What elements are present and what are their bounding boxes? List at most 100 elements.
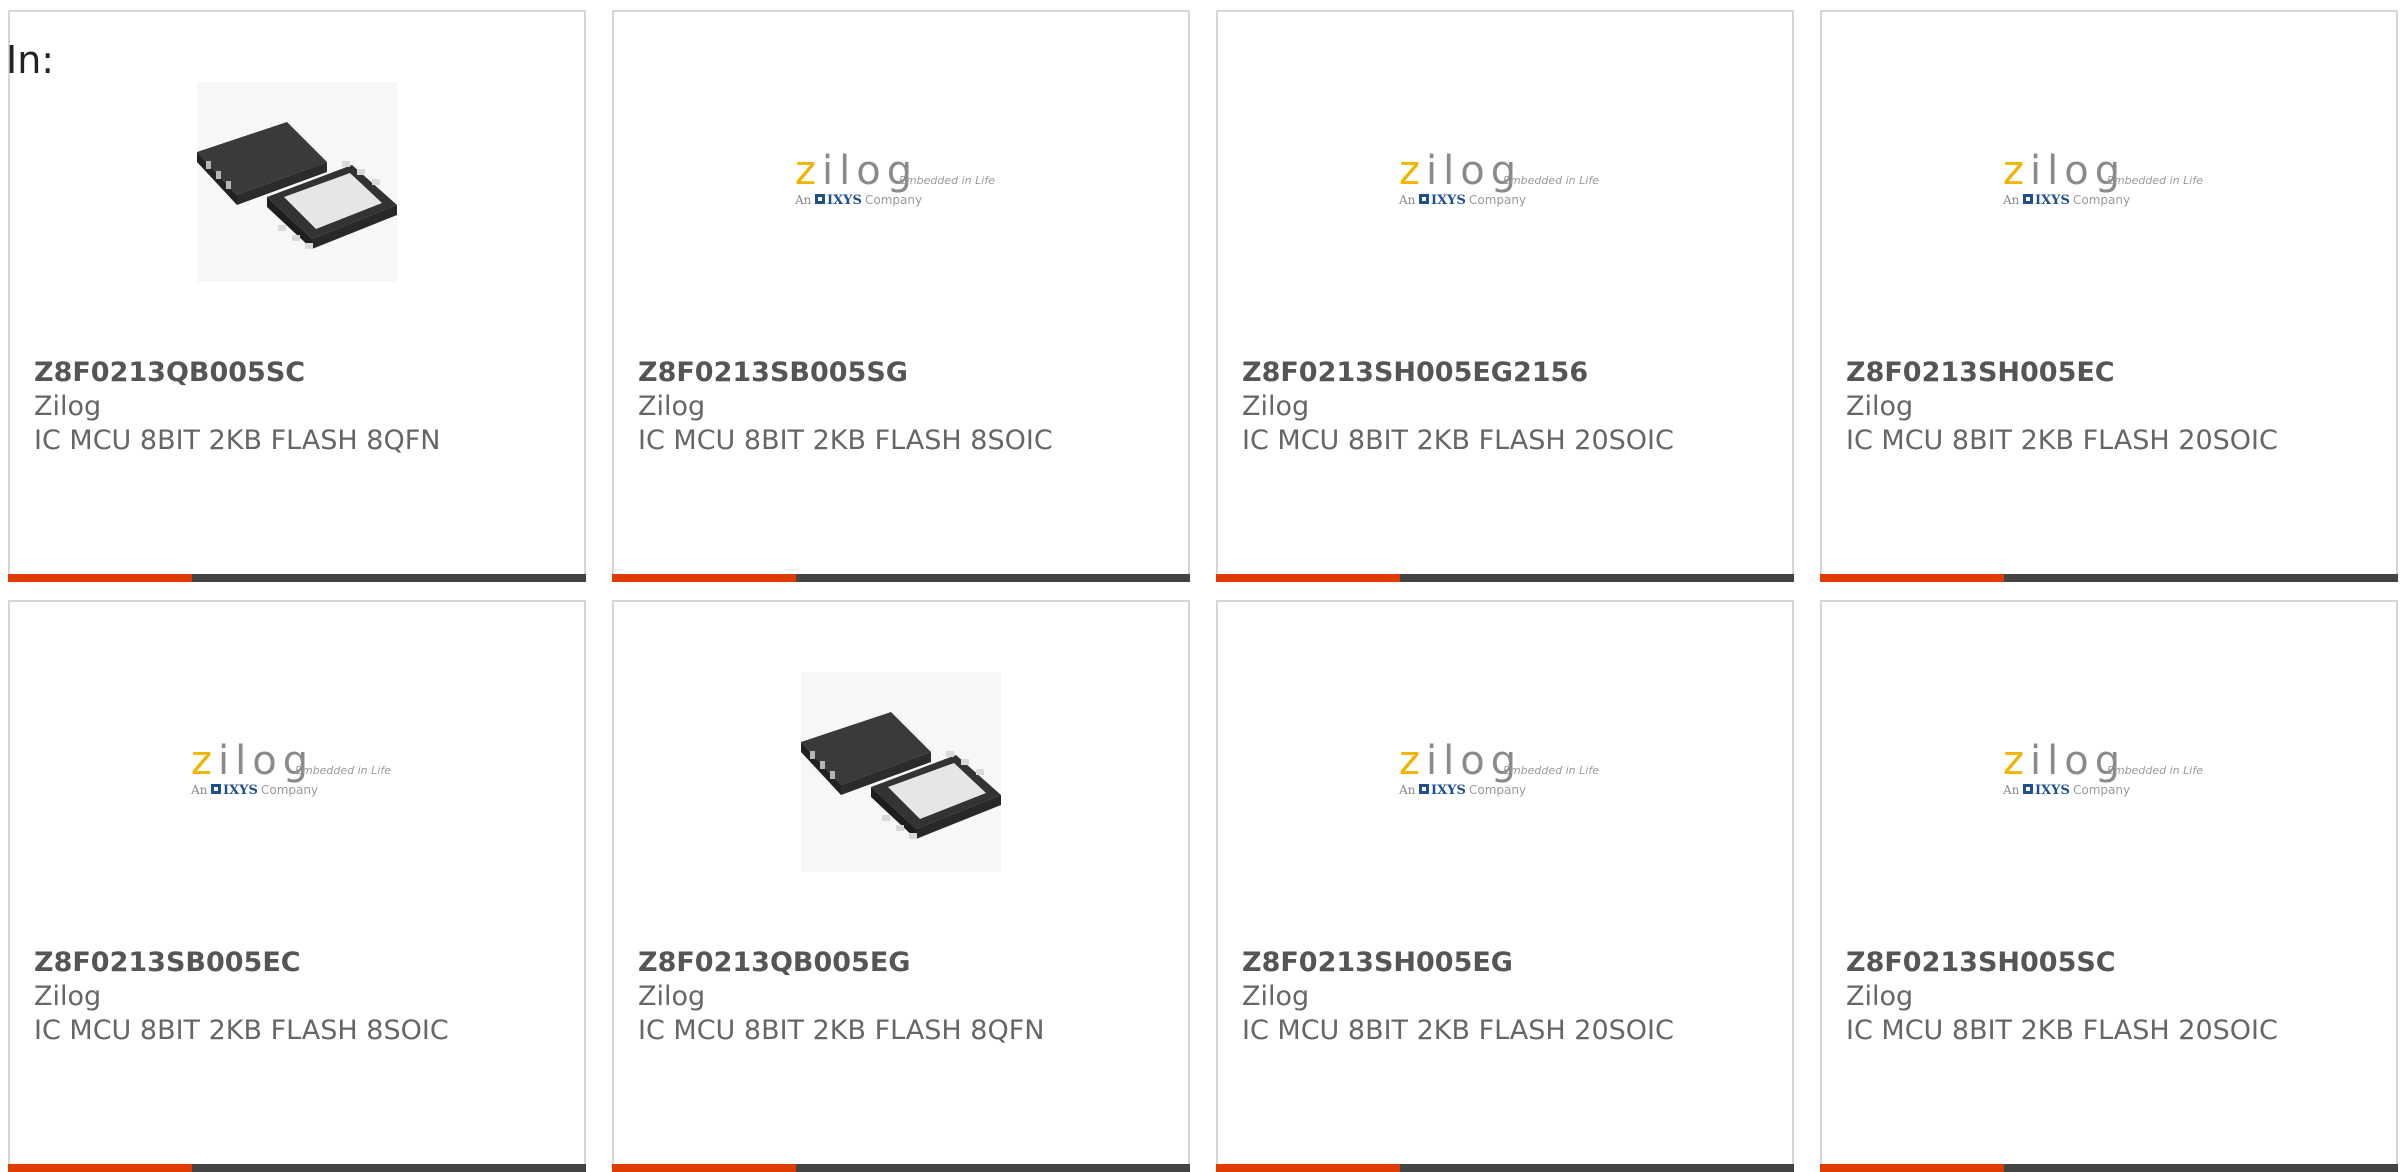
product-info: Z8F0213SH005SC Zilog IC MCU 8BIT 2KB FLASH… xyxy=(1846,946,2376,1048)
product-image[interactable] xyxy=(614,662,1188,882)
card-accent-highlight xyxy=(612,1164,796,1172)
product-info: Z8F0213SB005EC Zilog IC MCU 8BIT 2KB FLASH… xyxy=(34,946,564,1048)
logo-wordmark: zilog xyxy=(1399,150,1522,194)
card-accent-bar xyxy=(1820,574,2398,582)
manufacturer-name: Zilog xyxy=(1846,981,1914,1012)
part-number-link[interactable]: Z8F0213SH005EG xyxy=(1242,946,1772,980)
product-image[interactable]: zilog Embedded in Life An IXYS Company xyxy=(1218,662,1792,882)
product-description: IC MCU 8BIT 2KB FLASH 8QFN xyxy=(638,1015,1045,1046)
product-image[interactable]: zilog Embedded in Life An IXYS Company xyxy=(1822,72,2396,292)
product-image[interactable]: zilog Embedded in Life An IXYS Company xyxy=(614,72,1188,292)
zilog-logo: zilog Embedded in Life An IXYS Company xyxy=(1999,740,2219,804)
product-info: Z8F0213SH005EG2156 Zilog IC MCU 8BIT 2KB F… xyxy=(1242,356,1772,458)
svg-text:An: An xyxy=(2002,783,2020,797)
zilog-logo: zilog Embedded in Life An IXYS Company xyxy=(1395,150,1615,214)
product-card[interactable]: Z8F0213QB005SC Zilog IC MCU 8BIT 2KB FLASH… xyxy=(8,10,586,582)
product-card[interactable]: zilog Embedded in Life An IXYS Company Z… xyxy=(1216,600,1794,1172)
product-info: Z8F0213SB005SG Zilog IC MCU 8BIT 2KB FLASH… xyxy=(638,356,1168,458)
filter-label: In: xyxy=(6,38,55,82)
logo-wordmark: zilog xyxy=(2003,150,2126,194)
product-card[interactable]: zilog Embedded in Life An IXYS Company Z… xyxy=(1820,600,2398,1172)
card-accent-highlight xyxy=(612,574,796,582)
card-accent-highlight xyxy=(1820,574,2004,582)
part-number-link[interactable]: Z8F0213SB005SG xyxy=(638,356,1168,390)
card-accent-highlight xyxy=(8,1164,192,1172)
zilog-logo: zilog Embedded in Life An IXYS Company xyxy=(1395,740,1615,804)
zilog-logo: zilog Embedded in Life An IXYS Company xyxy=(791,150,1011,214)
svg-text:Embedded in Life: Embedded in Life xyxy=(1503,174,1599,187)
part-number-link[interactable]: Z8F0213QB005EG xyxy=(638,946,1168,980)
product-description: IC MCU 8BIT 2KB FLASH 20SOIC xyxy=(1846,1015,2278,1046)
logo-wordmark: zilog xyxy=(191,740,314,784)
product-card[interactable]: zilog Embedded in Life An IXYS Company Z… xyxy=(612,10,1190,582)
product-description: IC MCU 8BIT 2KB FLASH 20SOIC xyxy=(1846,425,2278,456)
product-description: IC MCU 8BIT 2KB FLASH 8SOIC xyxy=(34,1015,449,1046)
zilog-logo: zilog Embedded in Life An IXYS Company xyxy=(187,740,407,804)
svg-text:Company: Company xyxy=(2073,193,2130,207)
product-info: Z8F0213QB005SC Zilog IC MCU 8BIT 2KB FLASH… xyxy=(34,356,564,458)
manufacturer-name: Zilog xyxy=(34,391,102,422)
logo-wordmark: zilog xyxy=(795,150,918,194)
product-image[interactable]: zilog Embedded in Life An IXYS Company xyxy=(1822,662,2396,882)
svg-text:An: An xyxy=(2002,193,2020,207)
card-accent-bar xyxy=(1216,574,1794,582)
svg-text:Embedded in Life: Embedded in Life xyxy=(2107,764,2203,777)
svg-text:Company: Company xyxy=(261,783,318,797)
part-number-link[interactable]: Z8F0213SH005EG2156 xyxy=(1242,356,1772,390)
zilog-logo: zilog Embedded in Life An IXYS Company xyxy=(1999,150,2219,214)
svg-text:Company: Company xyxy=(2073,783,2130,797)
svg-text:Company: Company xyxy=(1469,783,1526,797)
card-accent-highlight xyxy=(1216,574,1400,582)
product-image[interactable] xyxy=(10,72,584,292)
product-description: IC MCU 8BIT 2KB FLASH 8QFN xyxy=(34,425,441,456)
product-info: Z8F0213SH005EC Zilog IC MCU 8BIT 2KB FLASH… xyxy=(1846,356,2376,458)
card-accent-highlight xyxy=(8,574,192,582)
product-info: Z8F0213QB005EG Zilog IC MCU 8BIT 2KB FLASH… xyxy=(638,946,1168,1048)
svg-text:An: An xyxy=(1398,193,1416,207)
card-accent-bar xyxy=(612,574,1190,582)
card-accent-bar xyxy=(612,1164,1190,1172)
card-accent-bar xyxy=(8,574,586,582)
svg-text:An: An xyxy=(794,193,812,207)
qfn-chip-image xyxy=(796,667,1006,877)
manufacturer-name: Zilog xyxy=(638,391,706,422)
product-card[interactable]: zilog Embedded in Life An IXYS Company Z… xyxy=(1216,10,1794,582)
svg-text:IXYS: IXYS xyxy=(2035,193,2070,208)
part-number-link[interactable]: Z8F0213SH005EC xyxy=(1846,356,2376,390)
product-card[interactable]: Z8F0213QB005EG Zilog IC MCU 8BIT 2KB FLASH… xyxy=(612,600,1190,1172)
svg-text:IXYS: IXYS xyxy=(2035,783,2070,798)
svg-text:Embedded in Life: Embedded in Life xyxy=(2107,174,2203,187)
manufacturer-name: Zilog xyxy=(34,981,102,1012)
logo-wordmark: zilog xyxy=(2003,740,2126,784)
svg-text:IXYS: IXYS xyxy=(827,193,862,208)
product-info: Z8F0213SH005EG Zilog IC MCU 8BIT 2KB FLASH… xyxy=(1242,946,1772,1048)
svg-text:Company: Company xyxy=(865,193,922,207)
svg-text:Embedded in Life: Embedded in Life xyxy=(295,764,391,777)
svg-text:Company: Company xyxy=(1469,193,1526,207)
svg-text:Embedded in Life: Embedded in Life xyxy=(899,174,995,187)
product-description: IC MCU 8BIT 2KB FLASH 20SOIC xyxy=(1242,1015,1674,1046)
card-accent-bar xyxy=(8,1164,586,1172)
svg-text:IXYS: IXYS xyxy=(1431,193,1466,208)
card-accent-bar xyxy=(1820,1164,2398,1172)
product-description: IC MCU 8BIT 2KB FLASH 8SOIC xyxy=(638,425,1053,456)
part-number-link[interactable]: Z8F0213SH005SC xyxy=(1846,946,2376,980)
svg-text:IXYS: IXYS xyxy=(1431,783,1466,798)
card-accent-highlight xyxy=(1216,1164,1400,1172)
svg-text:IXYS: IXYS xyxy=(223,783,258,798)
part-number-link[interactable]: Z8F0213QB005SC xyxy=(34,356,564,390)
product-image[interactable]: zilog Embedded in Life An IXYS Company xyxy=(1218,72,1792,292)
part-number-link[interactable]: Z8F0213SB005EC xyxy=(34,946,564,980)
manufacturer-name: Zilog xyxy=(1242,981,1310,1012)
card-accent-highlight xyxy=(1820,1164,2004,1172)
product-image[interactable]: zilog Embedded in Life An IXYS Company xyxy=(10,662,584,882)
logo-wordmark: zilog xyxy=(1399,740,1522,784)
svg-text:Embedded in Life: Embedded in Life xyxy=(1503,764,1599,777)
manufacturer-name: Zilog xyxy=(638,981,706,1012)
product-description: IC MCU 8BIT 2KB FLASH 20SOIC xyxy=(1242,425,1674,456)
qfn-chip-image xyxy=(192,77,402,287)
card-accent-bar xyxy=(1216,1164,1794,1172)
product-card[interactable]: zilog Embedded in Life An IXYS Company Z… xyxy=(1820,10,2398,582)
svg-text:An: An xyxy=(190,783,208,797)
product-card[interactable]: zilog Embedded in Life An IXYS Company Z… xyxy=(8,600,586,1172)
